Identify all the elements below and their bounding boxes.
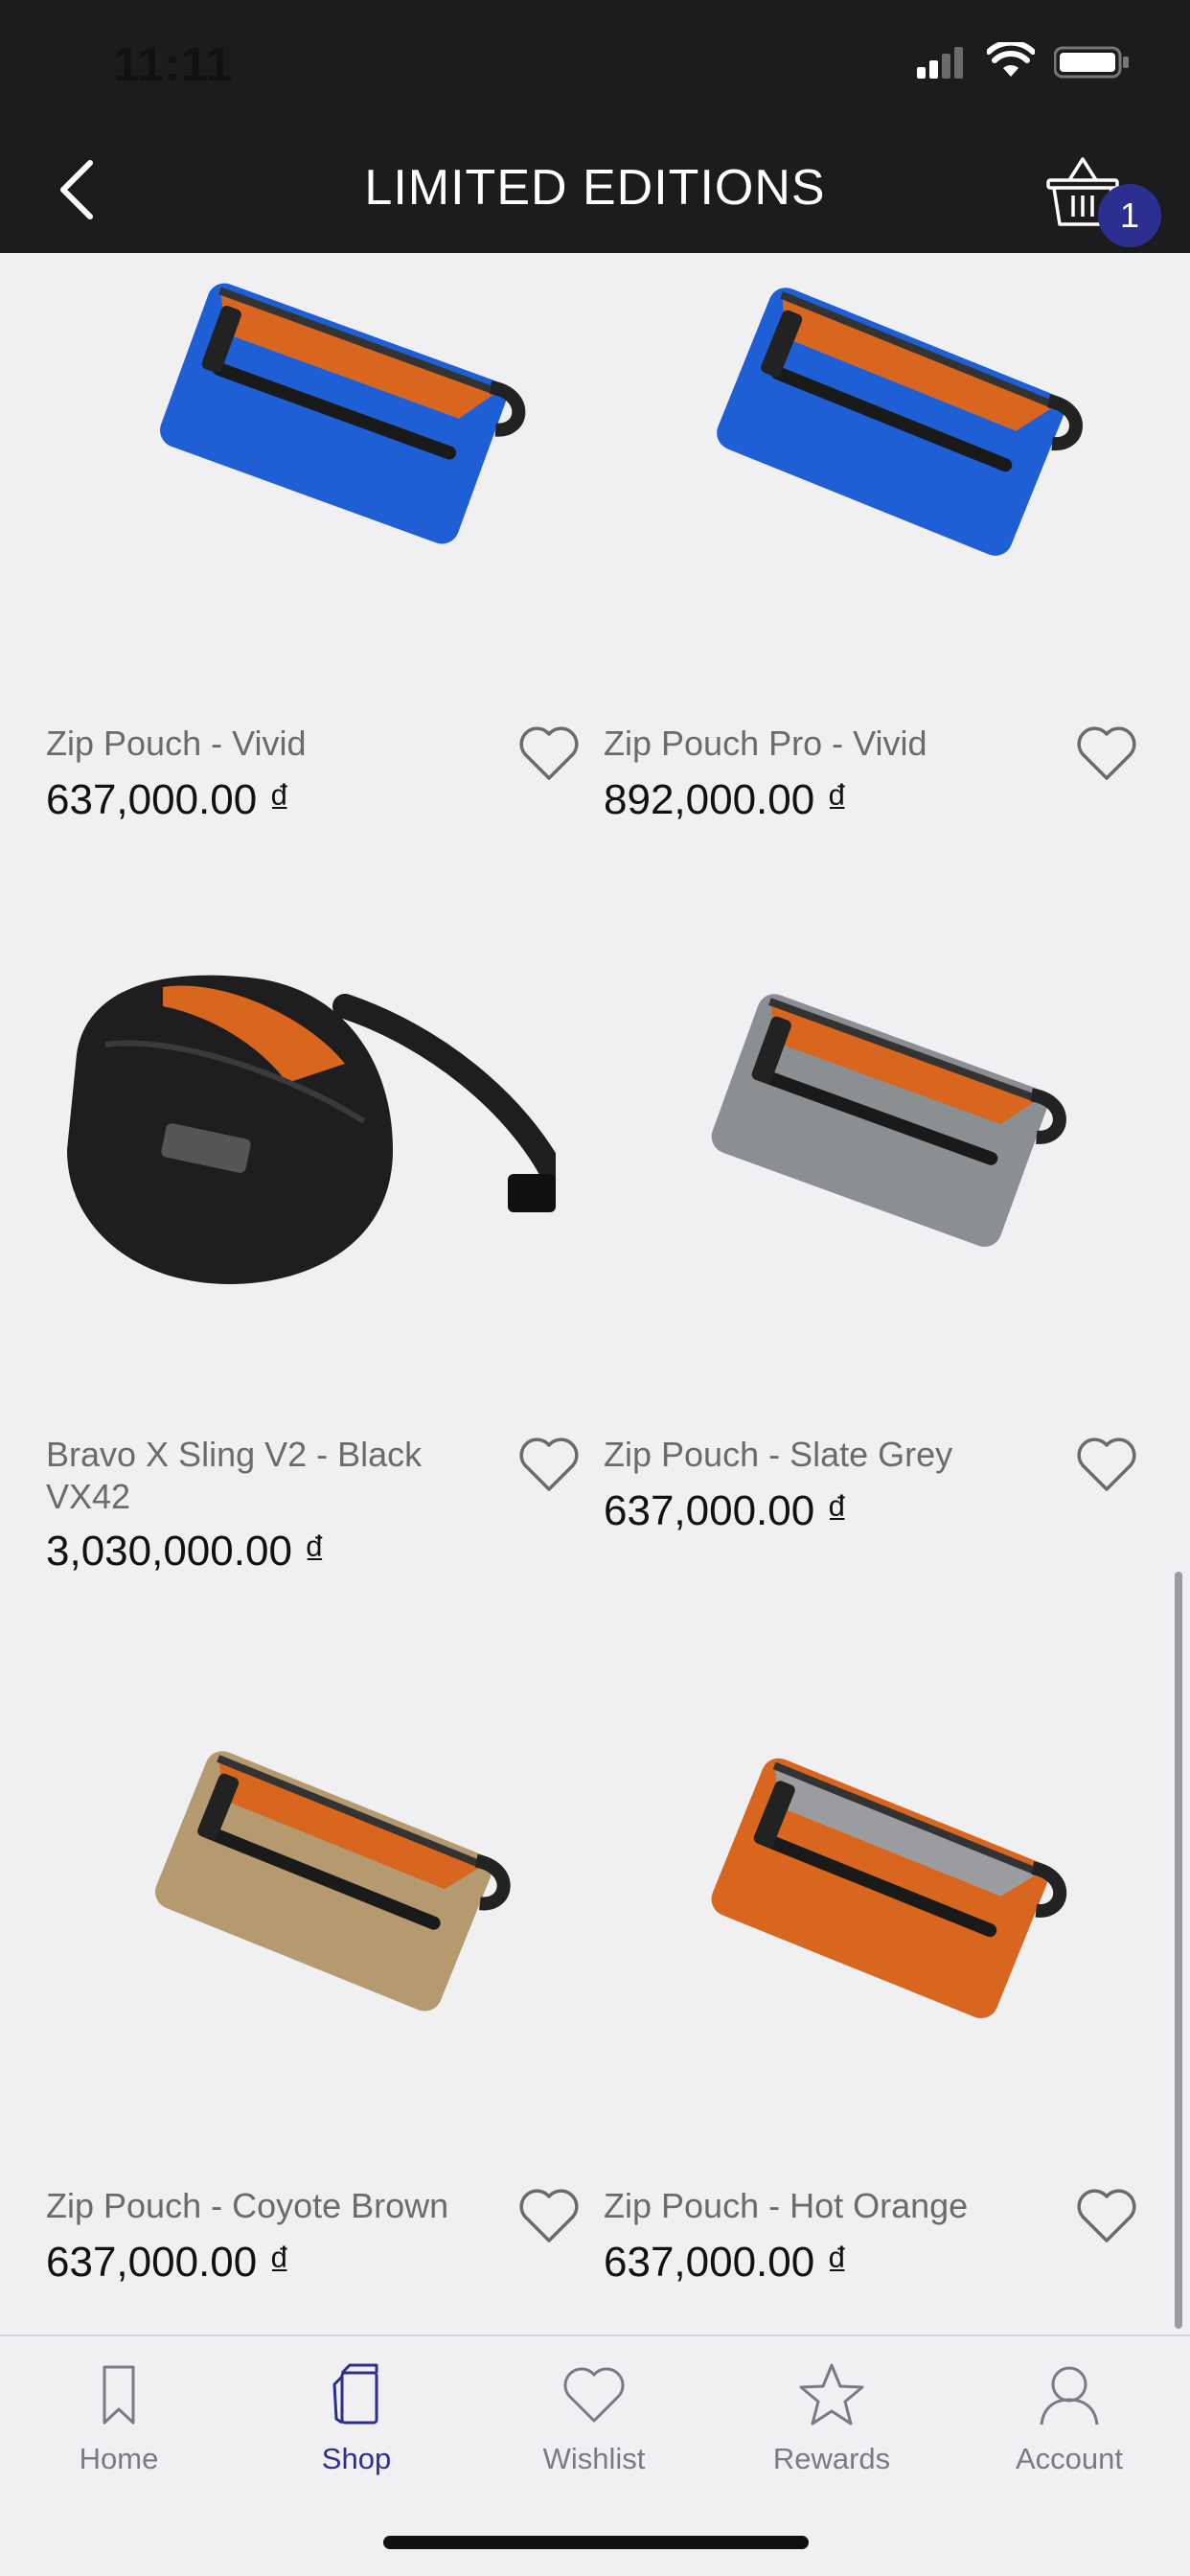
battery-icon — [1054, 46, 1129, 79]
bookmark-icon — [103, 2365, 135, 2425]
cart-count-badge: 1 — [1098, 184, 1161, 247]
wishlist-heart-icon[interactable] — [1075, 724, 1138, 782]
tab-account[interactable]: Account — [950, 2361, 1188, 2496]
tab-label: Shop — [321, 2442, 392, 2475]
shop-icon — [332, 2363, 378, 2425]
wifi-icon — [987, 42, 1035, 77]
product-name[interactable]: Bravo X Sling V2 - Black VX42 — [46, 1434, 468, 1518]
tab-wishlist[interactable]: Wishlist — [475, 2361, 713, 2496]
tab-rewards[interactable]: Rewards — [713, 2361, 950, 2496]
tab-shop[interactable]: Shop — [238, 2361, 475, 2496]
page-title: LIMITED EDITIONS — [364, 160, 826, 216]
product-card[interactable]: Zip Pouch Pro - Vivid 892,000.00 ₫ — [558, 253, 1136, 886]
person-icon — [1040, 2366, 1099, 2426]
status-time: 11:11 — [113, 37, 233, 91]
product-price: 892,000.00 ₫ — [604, 776, 849, 823]
product-image[interactable] — [0, 1706, 556, 2108]
product-price: 637,000.00 ₫ — [604, 1487, 849, 1534]
product-price: 3,030,000.00 ₫ — [46, 1528, 326, 1575]
product-card[interactable]: Zip Pouch - Hot Orange 637,000.00 ₫ — [558, 1668, 1136, 2319]
product-price: 637,000.00 ₫ — [46, 776, 291, 823]
product-name[interactable]: Zip Pouch Pro - Vivid — [604, 723, 1025, 765]
star-icon — [799, 2363, 864, 2426]
product-card[interactable]: Zip Pouch - Vivid 637,000.00 ₫ — [0, 253, 579, 886]
wishlist-heart-icon[interactable] — [1075, 2187, 1138, 2244]
product-image[interactable] — [0, 253, 556, 656]
product-name[interactable]: Zip Pouch - Coyote Brown — [46, 2185, 525, 2227]
tab-label: Wishlist — [542, 2442, 646, 2475]
tab-home[interactable]: Home — [0, 2361, 238, 2496]
top-bar: 11:11 LIMITED EDITIONS 1 — [0, 0, 1190, 253]
product-name[interactable]: Zip Pouch - Vivid — [46, 723, 468, 765]
product-price: 637,000.00 ₫ — [604, 2239, 849, 2286]
tab-label: Rewards — [772, 2442, 891, 2475]
product-card[interactable]: Zip Pouch - Coyote Brown 637,000.00 ₫ — [0, 1668, 579, 2319]
product-image[interactable] — [558, 253, 1113, 656]
product-card[interactable]: Zip Pouch - Slate Grey 637,000.00 ₫ — [558, 920, 1136, 1610]
product-image[interactable] — [558, 1706, 1113, 2108]
product-name[interactable]: Zip Pouch - Slate Grey — [604, 1434, 1025, 1476]
wishlist-heart-icon[interactable] — [1075, 1436, 1138, 1493]
tab-label: Home — [79, 2442, 159, 2475]
heart-icon — [563, 2367, 625, 2423]
product-price: 637,000.00 ₫ — [46, 2239, 291, 2286]
product-image[interactable] — [558, 939, 1113, 1342]
status-bar: 11:11 — [0, 0, 1190, 134]
product-image[interactable] — [0, 939, 556, 1342]
product-card[interactable]: Bravo X Sling V2 - Black VX42 3,030,000.… — [0, 920, 579, 1610]
scroll-indicator[interactable] — [1175, 1572, 1182, 2329]
tab-label: Account — [1015, 2442, 1123, 2475]
cellular-signal-icon — [917, 47, 963, 79]
product-name[interactable]: Zip Pouch - Hot Orange — [604, 2185, 1083, 2227]
home-indicator[interactable] — [383, 2536, 809, 2549]
